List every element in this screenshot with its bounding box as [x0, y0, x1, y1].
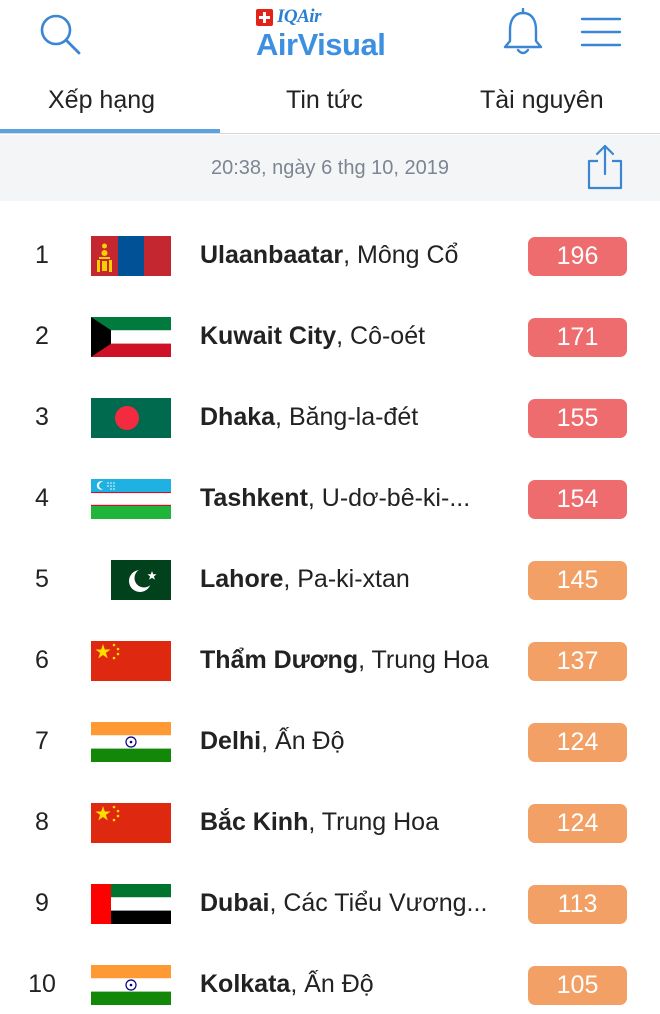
city-name: Kuwait City [200, 322, 337, 350]
tab-ranking[interactable]: Xếp hạng [48, 86, 155, 115]
city-label: Kolkata, Ấn Độ [200, 970, 505, 999]
rank-number: 8 [35, 808, 49, 836]
city-label: Ulaanbaatar, Mông Cổ [200, 241, 505, 270]
country-name: , U-dơ-bê-ki-... [307, 484, 471, 512]
city-label: Lahore, Pa-ki-xtan [200, 565, 505, 594]
list-item[interactable]: 10 Kolkata, Ấn Độ 105 [0, 945, 660, 1014]
search-icon [40, 14, 81, 55]
search-button[interactable] [36, 10, 84, 58]
brand-small: IQAir [277, 6, 321, 27]
list-item[interactable]: 5 Lahore, Pa-ki-xtan 145 [0, 540, 660, 621]
list-item[interactable]: 8 Bắc Kinh, Trung Hoa 124 [0, 783, 660, 864]
city-label: Dubai, Các Tiểu Vương... [200, 889, 505, 918]
aqi-badge: 196 [528, 237, 627, 276]
list-item[interactable]: 3 Dhaka, Băng-la-đét 155 [0, 378, 660, 459]
rank-number: 1 [35, 241, 49, 269]
aqi-badge: 105 [528, 966, 627, 1005]
city-label: Thẩm Dương, Trung Hoa [200, 646, 505, 675]
pakistan-flag-icon [111, 560, 171, 600]
city-name: Tashkent [200, 484, 308, 512]
share-button[interactable] [585, 143, 625, 191]
kuwait-flag-icon [91, 317, 171, 357]
city-name: Dhaka [200, 403, 276, 431]
city-name: Ulaanbaatar [200, 241, 344, 269]
list-item[interactable]: 2 Kuwait City, Cô-oét 171 [0, 297, 660, 378]
rank-number: 10 [28, 970, 56, 998]
country-name: , Trung Hoa [308, 808, 439, 836]
city-name: Thẩm Dương [200, 646, 359, 674]
rank-number: 9 [35, 889, 49, 917]
rank-number: 4 [35, 484, 49, 512]
timestamp: 20:38, ngày 6 thg 10, 2019 [211, 157, 449, 179]
country-name: , Ấn Độ [290, 970, 374, 998]
china-flag-icon [91, 641, 171, 681]
notifications-button[interactable] [500, 7, 546, 58]
list-item[interactable]: 7 Delhi, Ấn Độ 124 [0, 702, 660, 783]
aqi-badge: 124 [528, 723, 627, 762]
aqi-badge: 155 [528, 399, 627, 438]
rank-number: 5 [35, 565, 49, 593]
menu-button[interactable] [578, 14, 624, 52]
city-name: Lahore [200, 565, 284, 593]
country-name: , Mông Cổ [343, 241, 459, 269]
country-name: , Cô-oét [336, 322, 426, 350]
menu-icon [580, 17, 622, 47]
iqair-airvisual-logo: IQAir AirVisual [254, 5, 414, 65]
timestamp-bar: 20:38, ngày 6 thg 10, 2019 [0, 135, 660, 201]
share-icon [587, 144, 623, 190]
city-label: Dhaka, Băng-la-đét [200, 403, 505, 432]
tab-bar: Xếp hạng Tin tức Tài nguyên [0, 72, 660, 134]
country-name: , Ấn Độ [261, 727, 345, 755]
rank-number: 3 [35, 403, 49, 431]
country-name: , Các Tiểu Vương... [269, 889, 488, 917]
aqi-badge: 124 [528, 804, 627, 843]
city-name: Bắc Kinh [200, 808, 309, 836]
china-flag-icon [91, 803, 171, 843]
bangladesh-flag-icon [91, 398, 171, 438]
city-label: Bắc Kinh, Trung Hoa [200, 808, 505, 837]
rank-number: 2 [35, 322, 49, 350]
bell-icon [503, 7, 543, 55]
aqi-badge: 145 [528, 561, 627, 600]
rank-number: 7 [35, 727, 49, 755]
list-item[interactable]: 4 Tashkent, U-dơ-bê-ki-... 154 [0, 459, 660, 540]
city-ranking-list: 1 Ulaanbaatar, Mông Cổ 196 2 Kuwait City… [0, 216, 660, 1014]
list-item[interactable]: 6 Thẩm Dương, Trung Hoa 137 [0, 621, 660, 702]
city-label: Tashkent, U-dơ-bê-ki-... [200, 484, 505, 513]
tab-news[interactable]: Tin tức [286, 86, 363, 115]
country-name: , Pa-ki-xtan [283, 565, 410, 593]
rank-number: 6 [35, 646, 49, 674]
active-tab-indicator [0, 129, 220, 133]
brand-name: AirVisual [256, 27, 386, 62]
country-name: , Trung Hoa [358, 646, 489, 674]
list-item[interactable]: 1 Ulaanbaatar, Mông Cổ 196 [0, 216, 660, 297]
city-name: Kolkata [200, 970, 291, 998]
app-header: IQAir AirVisual [0, 0, 660, 70]
city-label: Kuwait City, Cô-oét [200, 322, 505, 351]
mongolia-flag-icon [91, 236, 171, 276]
aqi-badge: 113 [528, 885, 627, 924]
india-flag-icon [91, 722, 171, 762]
city-name: Dubai [200, 889, 270, 917]
tab-resources[interactable]: Tài nguyên [480, 86, 604, 115]
city-name: Delhi [200, 727, 262, 755]
aqi-badge: 171 [528, 318, 627, 357]
uae-flag-icon [91, 884, 171, 924]
list-item[interactable]: 9 Dubai, Các Tiểu Vương... 113 [0, 864, 660, 945]
india-flag-icon [91, 965, 171, 1005]
swiss-cross-icon [256, 8, 273, 26]
uzbekistan-flag-icon [91, 479, 171, 519]
country-name: , Băng-la-đét [275, 403, 419, 431]
aqi-badge: 154 [528, 480, 627, 519]
aqi-badge: 137 [528, 642, 627, 681]
city-label: Delhi, Ấn Độ [200, 727, 505, 756]
